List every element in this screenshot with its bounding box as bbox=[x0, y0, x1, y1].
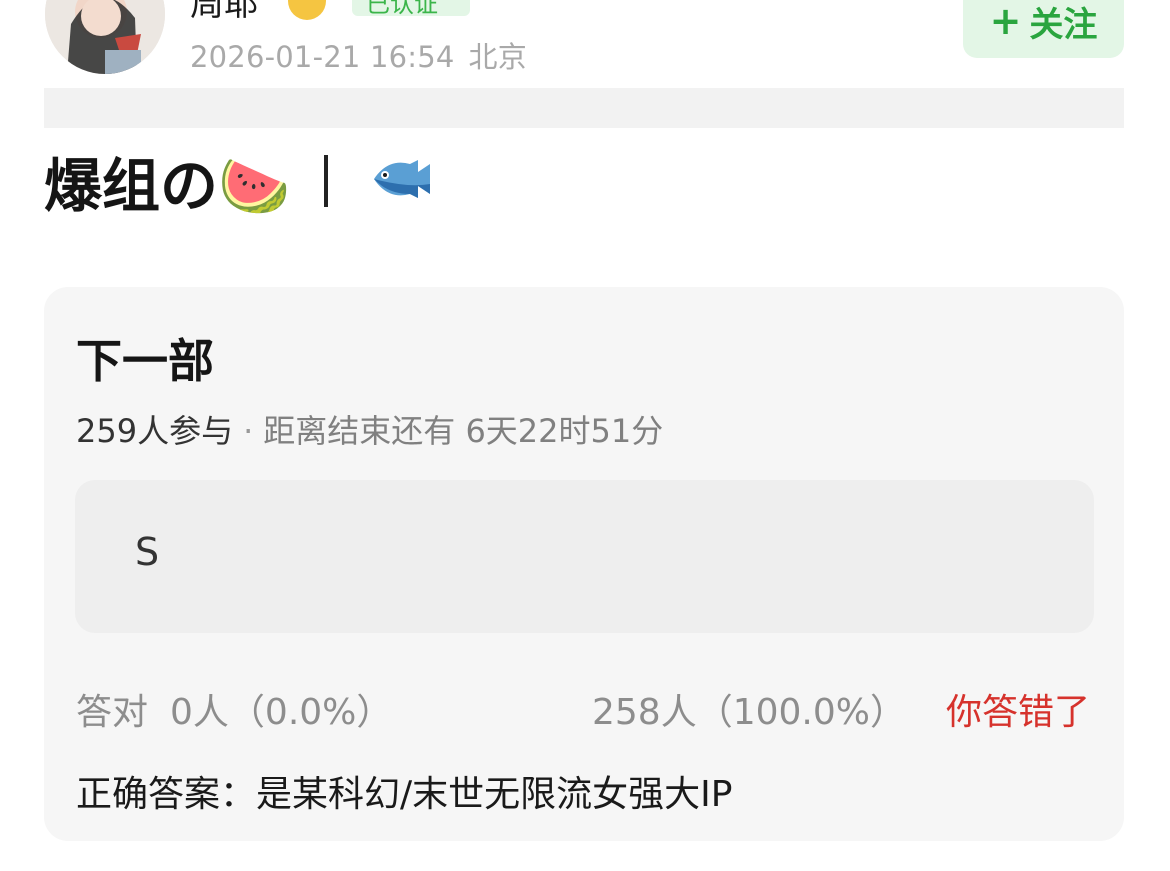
verified-badge: 已认证 bbox=[352, 0, 470, 16]
correct-answer: 正确答案：是某科幻/末世无限流女强大IP bbox=[76, 774, 733, 815]
follow-button[interactable]: + 关注 bbox=[963, 0, 1124, 58]
correct-label: 答对 bbox=[76, 692, 149, 733]
background-blur bbox=[44, 88, 1124, 128]
post-timestamp: 2026-01-21 16:54 bbox=[190, 40, 455, 74]
separator-dot: · bbox=[243, 412, 254, 450]
quiz-title: 下一部 bbox=[76, 334, 214, 388]
post-title: 爆组の🍉 bbox=[44, 144, 434, 220]
quiz-option[interactable]: S bbox=[75, 480, 1094, 633]
wrong-stats: 258人（100.0%） 你答错了 bbox=[592, 683, 1090, 735]
plus-icon: + bbox=[989, 0, 1022, 43]
wrong-answer-label: 你答错了 bbox=[945, 692, 1090, 733]
verified-label: 已认证 bbox=[366, 0, 438, 16]
follow-label: 关注 bbox=[1029, 4, 1098, 45]
post-location: 北京 bbox=[468, 40, 527, 74]
quiz-deadline: 距离结束还有 6天22时51分 bbox=[263, 412, 664, 450]
avatar[interactable] bbox=[45, 0, 165, 74]
post-meta: 2026-01-21 16:54 北京 bbox=[190, 34, 527, 76]
username[interactable]: 周耶 bbox=[190, 0, 258, 25]
fish-icon bbox=[368, 154, 434, 208]
correct-count: 0人（0.0%） bbox=[170, 692, 393, 733]
participant-count: 259人参与 bbox=[76, 412, 234, 450]
wrong-count: 258人（100.0%） bbox=[592, 692, 906, 733]
title-divider bbox=[324, 155, 329, 207]
post-title-text: 爆组の🍉 bbox=[44, 152, 291, 220]
user-badge-icon bbox=[288, 0, 326, 20]
quiz-subtitle: 259人参与 · 距离结束还有 6天22时51分 bbox=[76, 406, 663, 452]
correct-stats: 答对 0人（0.0%） bbox=[76, 683, 392, 735]
quiz-card: 下一部 259人参与 · 距离结束还有 6天22时51分 S 答对 0人（0.0%） … bbox=[44, 287, 1124, 841]
quiz-option-text: S bbox=[135, 530, 160, 574]
